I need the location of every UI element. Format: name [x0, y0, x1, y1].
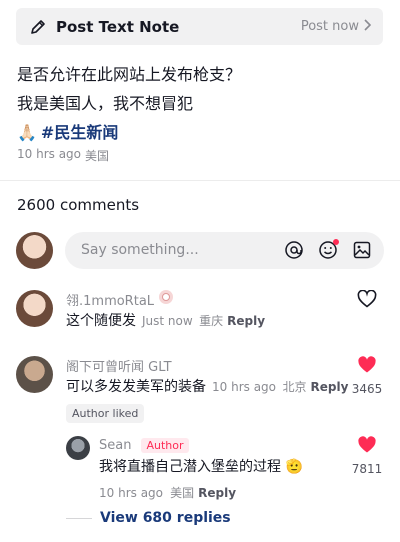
avatar — [16, 231, 53, 269]
post-now-label: Post now — [300, 19, 359, 34]
author-liked-chip: Author liked — [66, 404, 145, 423]
divider — [0, 180, 400, 181]
comment-time: 10 hrs ago — [212, 380, 277, 394]
hashtag-link[interactable]: #民生新闻 — [41, 118, 118, 147]
post-tag-line: 🙏🏻 #民生新闻 — [17, 118, 387, 147]
comment-time: Just now — [142, 314, 193, 328]
comment-username[interactable]: 阁下可曾听闻 GLT — [66, 356, 386, 375]
comment-text: 可以多发发美军的装备 10 hrs ago 北京 Reply — [66, 378, 386, 396]
post-now-button[interactable]: Post now — [300, 18, 372, 35]
post-line-2: 我是美国人，我不想冒犯 — [17, 94, 194, 113]
author-badge: Author — [141, 437, 189, 453]
post-location: 美国 — [85, 149, 110, 163]
comment-location: 北京 — [282, 380, 307, 394]
heart-filled-icon — [357, 436, 377, 458]
avatar[interactable] — [16, 290, 53, 327]
comment-composer: Say something... — [16, 230, 384, 270]
reply-time: 10 hrs ago — [99, 486, 164, 500]
at-icon[interactable] — [282, 238, 306, 262]
reply-meta: 10 hrs ago 美国 Reply — [99, 482, 386, 501]
comments-count: 2600 comments — [17, 196, 140, 214]
notification-dot — [333, 239, 339, 245]
note-bar-title: Post Text Note — [56, 17, 180, 36]
reply-button[interactable]: Reply — [227, 314, 265, 328]
reply-button[interactable]: Reply — [198, 486, 236, 500]
salute-emoji: 🫡 — [285, 459, 303, 475]
like-button[interactable]: 3465 — [352, 356, 382, 396]
like-button[interactable] — [352, 289, 382, 312]
comment-input[interactable]: Say something... — [65, 231, 384, 269]
emoji-icon[interactable] — [316, 238, 340, 262]
post-line-1: 是否允许在此网站上发布枪支？ — [17, 65, 242, 84]
comment-input-placeholder: Say something... — [81, 242, 199, 258]
comment-item: 翎.1mmoRtaL 这个随便发 Just now 重庆 Reply — [16, 289, 386, 334]
reply-location: 美国 — [170, 486, 195, 500]
view-replies-label: View 680 replies — [100, 510, 231, 526]
like-count: 7811 — [351, 462, 383, 476]
comment-location: 重庆 — [199, 314, 224, 328]
reply-username[interactable]: Sean Author — [99, 436, 386, 454]
image-icon[interactable] — [350, 238, 374, 262]
post-meta: 10 hrs ago 美国 — [17, 147, 109, 164]
like-button[interactable]: 7811 — [352, 436, 382, 476]
comment-body: 翎.1mmoRtaL 这个随便发 Just now 重庆 Reply — [66, 290, 386, 330]
comment-username[interactable]: 翎.1mmoRtaL — [66, 289, 386, 309]
comment-text: 这个随便发 Just now 重庆 Reply — [66, 312, 386, 330]
reply-text-content: 我将直播自己潜入堡垒的过程 — [99, 459, 281, 475]
heart-filled-icon — [357, 356, 377, 378]
username-text: 阁下可曾听闻 GLT — [66, 359, 172, 375]
comment-text-content: 这个随便发 — [66, 313, 136, 329]
like-count: 3465 — [351, 382, 383, 396]
reply-text: 我将直播自己潜入堡垒的过程 🫡 — [99, 458, 386, 476]
comment-body: 阁下可曾听闻 GLT 可以多发发美军的装备 10 hrs ago 北京 Reply … — [66, 356, 386, 423]
avatar[interactable] — [66, 436, 90, 460]
badge-icon — [158, 289, 174, 309]
post-text-note-bar[interactable]: Post Text Note Post now — [16, 8, 383, 45]
avatar[interactable] — [16, 356, 53, 393]
username-text: 翎.1mmoRtaL — [66, 293, 155, 309]
reply-button[interactable]: Reply — [310, 380, 348, 394]
heart-outline-icon — [357, 289, 377, 312]
chevron-right-icon — [363, 18, 372, 35]
post-time: 10 hrs ago — [17, 147, 82, 161]
divider — [66, 517, 92, 519]
post-content: 是否允许在此网站上发布枪支？ 我是美国人，我不想冒犯 🙏🏻 #民生新闻 — [17, 60, 387, 147]
username-text: Sean — [99, 437, 132, 453]
pencil-icon — [30, 18, 48, 36]
reply-item: Sean Author 我将直播自己潜入堡垒的过程 🫡 10 hrs ago 美… — [66, 436, 386, 502]
folded-hands-emoji: 🙏🏻 — [17, 123, 37, 142]
view-replies-button[interactable]: View 680 replies — [66, 510, 231, 526]
reply-body: Sean Author 我将直播自己潜入堡垒的过程 🫡 10 hrs ago 美… — [99, 436, 386, 501]
comment-text-content: 可以多发发美军的装备 — [66, 379, 206, 395]
comment-item: 阁下可曾听闻 GLT 可以多发发美军的装备 10 hrs ago 北京 Reply … — [16, 356, 386, 426]
